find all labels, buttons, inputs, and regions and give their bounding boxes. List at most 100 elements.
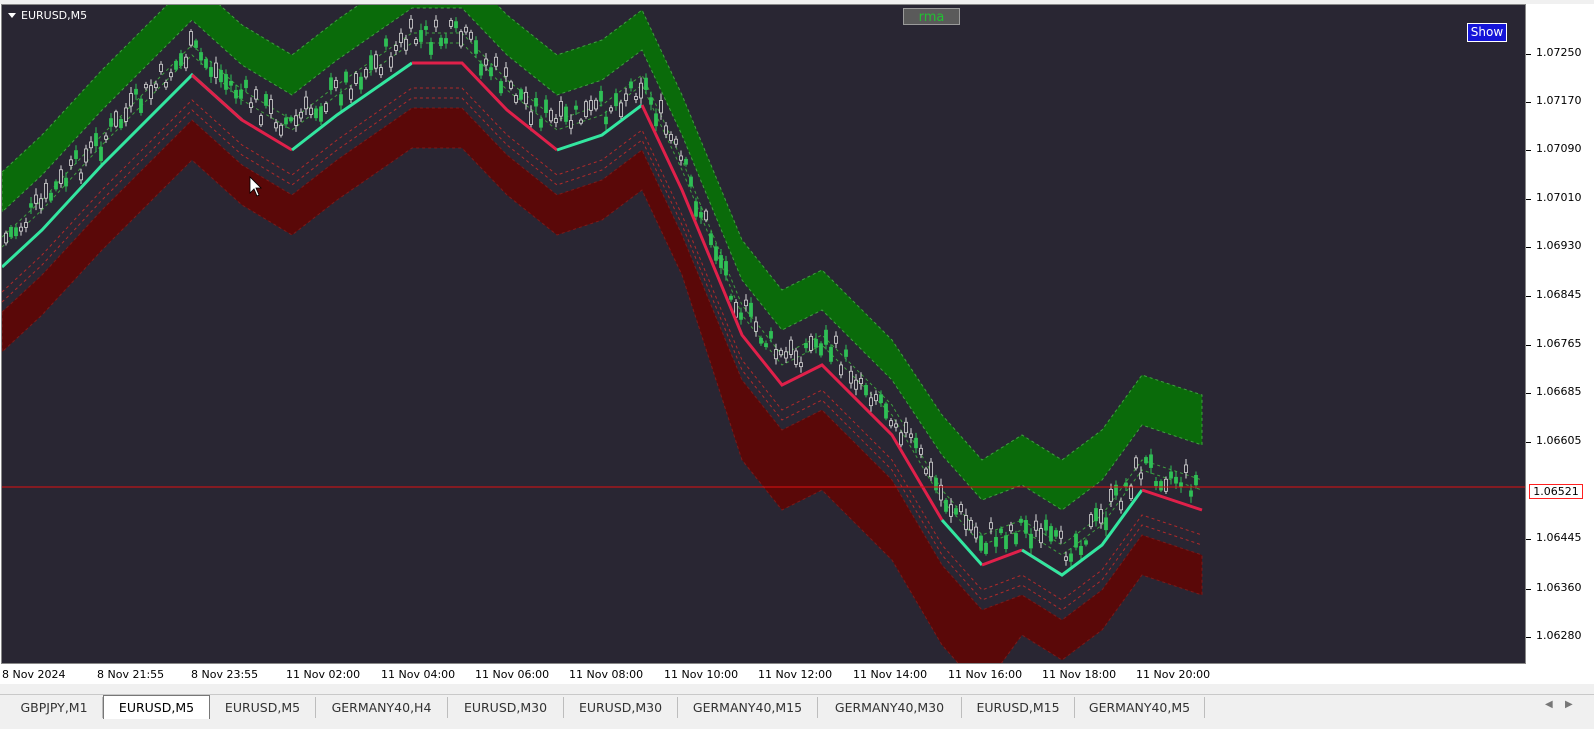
candle-body bbox=[739, 312, 743, 320]
price-tick-label: 1.06360 bbox=[1536, 581, 1582, 594]
candle-body bbox=[929, 461, 933, 478]
candle-body bbox=[509, 81, 513, 89]
candle-body bbox=[309, 107, 313, 115]
tab[interactable]: GERMANY40,M30 bbox=[818, 697, 962, 718]
price-tick-label: 1.07090 bbox=[1536, 142, 1582, 155]
candle-body bbox=[669, 134, 673, 141]
candle-body bbox=[709, 233, 713, 246]
candle-body bbox=[319, 106, 323, 122]
candle-body bbox=[294, 115, 298, 126]
symbol-title[interactable]: EURUSD,M5 bbox=[8, 9, 87, 22]
candle-body bbox=[1004, 535, 1008, 550]
time-tick-label: 11 Nov 10:00 bbox=[664, 668, 739, 681]
candle-body bbox=[354, 73, 358, 84]
tab[interactable]: EURUSD,M30 bbox=[448, 697, 564, 718]
candle-body bbox=[839, 364, 843, 376]
candle-body bbox=[834, 335, 838, 344]
candle-body bbox=[884, 403, 888, 419]
candle-body bbox=[879, 394, 883, 404]
candle-body bbox=[854, 379, 858, 390]
candle-body bbox=[1019, 518, 1023, 523]
candle-body bbox=[619, 102, 623, 118]
candle-body bbox=[484, 58, 488, 66]
candle-body bbox=[1169, 471, 1173, 479]
candle-body bbox=[624, 93, 628, 101]
tab[interactable]: GERMANY40,M5 bbox=[1075, 697, 1205, 718]
tab[interactable]: EURUSD,M5 bbox=[210, 697, 316, 718]
candle-body bbox=[339, 94, 343, 106]
tab-active[interactable]: EURUSD,M5 bbox=[103, 695, 210, 719]
candle-body bbox=[599, 90, 603, 102]
candle-body bbox=[1144, 457, 1148, 464]
tab[interactable]: EURUSD,M15 bbox=[962, 697, 1075, 718]
candle-body bbox=[914, 437, 918, 449]
dropdown-triangle-icon[interactable] bbox=[8, 13, 16, 18]
candle-body bbox=[609, 107, 613, 112]
price-chart[interactable] bbox=[2, 5, 1526, 664]
price-tick-label: 1.07010 bbox=[1536, 191, 1582, 204]
time-tick-label: 11 Nov 08:00 bbox=[569, 668, 644, 681]
candle-body bbox=[989, 522, 993, 530]
candle-body bbox=[654, 113, 658, 127]
candle-body bbox=[204, 59, 208, 68]
lower-inner-line bbox=[2, 97, 1203, 611]
candle-body bbox=[969, 519, 973, 531]
candle-body bbox=[1149, 454, 1153, 468]
candle-body bbox=[449, 20, 453, 27]
candle-body bbox=[1129, 485, 1133, 500]
time-tick-label: 11 Nov 12:00 bbox=[758, 668, 833, 681]
candle-body bbox=[814, 338, 818, 348]
candle-body bbox=[259, 115, 263, 126]
tab[interactable]: EURUSD,M30 bbox=[564, 697, 678, 718]
candle-body bbox=[64, 177, 68, 187]
candle-body bbox=[314, 108, 318, 119]
candle-body bbox=[494, 56, 498, 67]
show-button[interactable]: Show bbox=[1467, 23, 1507, 42]
chart-window[interactable]: EURUSD,M5 rma Show 1.07250 1.07170 1.07090… bbox=[0, 4, 1594, 684]
candle-body bbox=[964, 515, 968, 530]
candle-body bbox=[979, 535, 983, 551]
candle-body bbox=[934, 477, 938, 491]
tab[interactable]: GERMANY40,H4 bbox=[316, 697, 448, 718]
candle-body bbox=[99, 146, 103, 161]
price-tick-mark bbox=[1526, 442, 1531, 443]
lower-band bbox=[2, 107, 1203, 663]
candle-body bbox=[1049, 526, 1053, 542]
price-tick-label: 1.06280 bbox=[1536, 629, 1582, 642]
price-tick-mark bbox=[1526, 247, 1531, 248]
candle-body bbox=[279, 124, 283, 136]
candle-body bbox=[119, 119, 123, 129]
candle-body bbox=[864, 385, 868, 396]
candle-body bbox=[1139, 472, 1143, 480]
candle-body bbox=[379, 67, 383, 76]
candle-body bbox=[349, 88, 353, 100]
tab[interactable]: GERMANY40,M15 bbox=[678, 697, 818, 718]
tab-scroll-left-icon[interactable]: ◀ bbox=[1545, 699, 1553, 710]
candle-body bbox=[384, 38, 388, 47]
candle-body bbox=[899, 432, 903, 446]
candle-body bbox=[774, 349, 778, 360]
candle-body bbox=[574, 105, 578, 110]
candle-body bbox=[184, 56, 188, 69]
price-axis[interactable]: 1.07250 1.07170 1.07090 1.07010 1.06930 1.068… bbox=[1526, 4, 1594, 664]
time-axis[interactable]: 8 Nov 2024 8 Nov 21:55 8 Nov 23:55 11 Nov 0… bbox=[1, 664, 1526, 684]
candle-body bbox=[94, 133, 98, 147]
tab-scroll-right-icon[interactable]: ▶ bbox=[1565, 699, 1573, 710]
candle-body bbox=[944, 499, 948, 512]
candle-body bbox=[474, 40, 478, 54]
candle-body bbox=[69, 159, 73, 166]
candle-body bbox=[224, 74, 228, 90]
candle-body bbox=[469, 31, 473, 40]
candle-body bbox=[784, 351, 788, 359]
candle-body bbox=[1104, 517, 1108, 531]
candle-body bbox=[1079, 546, 1083, 555]
candle-body bbox=[59, 169, 63, 184]
candle-body bbox=[519, 89, 523, 100]
indicator-label[interactable]: rma bbox=[903, 8, 960, 25]
candle-body bbox=[664, 125, 668, 135]
candle-body bbox=[154, 83, 158, 89]
chart-plot-area[interactable]: EURUSD,M5 rma Show bbox=[1, 4, 1526, 664]
candle-body bbox=[159, 63, 163, 72]
tab[interactable]: GBPJPY,M1 bbox=[6, 697, 103, 718]
candle-body bbox=[849, 370, 853, 384]
